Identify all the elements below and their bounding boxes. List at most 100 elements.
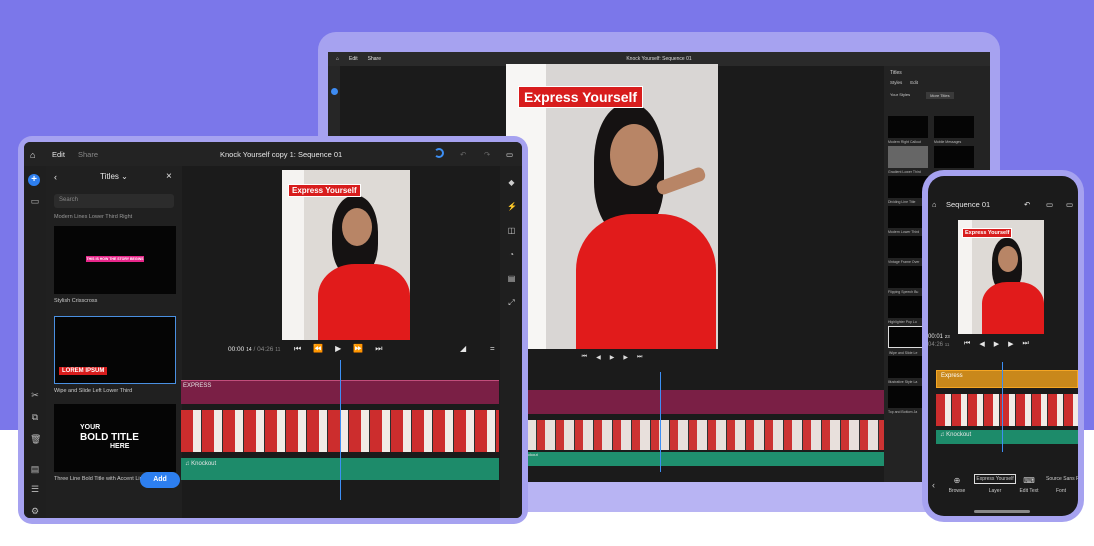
total-frames: 11 bbox=[275, 347, 281, 353]
total-frames: 11 bbox=[944, 342, 950, 347]
phone-video-preview[interactable]: Express Yourself bbox=[958, 220, 1044, 334]
play-icon[interactable]: ▶ bbox=[994, 340, 999, 348]
current-time: 00:01 bbox=[928, 334, 944, 340]
total-time: 04:26 bbox=[257, 346, 274, 353]
skip-forward-icon[interactable]: ⏭ bbox=[375, 344, 382, 354]
card-art-line: HERE bbox=[110, 443, 130, 450]
step-forward-icon[interactable]: ▶ bbox=[1008, 340, 1013, 348]
titles-panel-header[interactable]: Titles ⌄ bbox=[46, 172, 182, 181]
undo-icon[interactable]: ↶ bbox=[460, 150, 466, 159]
list-icon[interactable]: ☰ bbox=[30, 484, 40, 494]
step-back-icon[interactable]: ◀ bbox=[596, 354, 601, 364]
tablet-top-bar: ⌂ Edit Share Knock Yourself copy 1: Sequ… bbox=[24, 142, 522, 166]
step-forward-icon[interactable]: ▶ bbox=[623, 354, 628, 364]
tab-edit-panel[interactable]: Edit bbox=[910, 80, 918, 85]
thumbnail-label: Highlighter Pop Lo bbox=[888, 320, 917, 324]
crop-icon[interactable]: ◫ bbox=[507, 226, 516, 235]
step-back-icon[interactable]: ⏪ bbox=[313, 344, 323, 354]
gauge-icon[interactable]: ◔ bbox=[507, 250, 516, 259]
play-icon[interactable]: ▶ bbox=[610, 354, 615, 364]
tool-label: Font bbox=[1055, 488, 1066, 494]
title-card-stylish-crisscross[interactable]: THIS IS HOW THE STORY BEGINS bbox=[54, 226, 176, 294]
search-input[interactable]: Search bbox=[54, 194, 174, 208]
thumbnail-label: Modern Lower Third bbox=[888, 230, 920, 234]
current-time: 00:00 bbox=[228, 346, 245, 353]
play-icon[interactable]: ▶ bbox=[335, 344, 341, 354]
title-thumbnail[interactable]: Mobile Messages bbox=[934, 116, 974, 144]
title-thumbnail[interactable] bbox=[934, 146, 974, 168]
music-note-icon: ♫ bbox=[185, 461, 190, 467]
skip-back-icon[interactable]: ⏮ bbox=[964, 340, 970, 348]
audio-track[interactable]: Knockout bbox=[518, 452, 884, 466]
title-track[interactable]: Express bbox=[936, 370, 1078, 388]
filter-more-titles[interactable]: More Titles bbox=[926, 92, 954, 99]
title-track[interactable] bbox=[518, 390, 884, 414]
scissors-icon[interactable]: ✂ bbox=[30, 390, 40, 400]
title-caption[interactable]: Express Yourself bbox=[518, 86, 644, 108]
film-icon[interactable]: ▤ bbox=[507, 274, 516, 283]
add-button[interactable]: Add bbox=[140, 472, 180, 488]
chevron-left-icon[interactable]: ‹ bbox=[932, 480, 935, 490]
playhead[interactable] bbox=[660, 372, 661, 472]
video-track[interactable] bbox=[936, 394, 1078, 426]
speed-icon[interactable]: ⚡ bbox=[507, 202, 517, 211]
chat-icon[interactable]: ▭ bbox=[506, 150, 513, 159]
layout-icon[interactable]: ▤ bbox=[30, 464, 40, 474]
title-card-wipe-slide[interactable]: LOREM IPSUM bbox=[54, 316, 176, 384]
home-icon[interactable]: ⌂ bbox=[932, 200, 937, 209]
add-media-icon[interactable]: + bbox=[28, 174, 40, 186]
add-icon[interactable] bbox=[331, 88, 338, 95]
skip-back-icon[interactable]: ⏮ bbox=[294, 344, 301, 354]
skip-forward-icon[interactable]: ⏭ bbox=[1022, 340, 1028, 348]
redo-icon[interactable]: ↷ bbox=[484, 150, 490, 159]
tablet-playback-bar: 00:00 14 / 04:26 11 ⏮ ⏪ ▶ ⏩ ⏭ ◢ = bbox=[228, 344, 500, 356]
title-card-label: Wipe and Slide Left Lower Third bbox=[54, 388, 133, 394]
chat-icon[interactable]: ▭ bbox=[1066, 200, 1073, 209]
skip-back-icon[interactable]: ⏮ bbox=[582, 354, 587, 364]
playhead[interactable] bbox=[1002, 362, 1003, 452]
video-track[interactable] bbox=[518, 420, 884, 450]
keyboard-icon: ⌨ bbox=[1023, 476, 1035, 485]
laptop-sequence-title: Knock Yourself: Sequence 01 bbox=[626, 56, 692, 62]
close-icon[interactable]: × bbox=[166, 171, 172, 182]
color-icon[interactable]: ◆ bbox=[507, 178, 516, 187]
transform-icon[interactable]: ⤢ bbox=[507, 298, 516, 307]
card-art-text: LOREM IPSUM bbox=[59, 367, 108, 375]
undo-icon[interactable]: ↶ bbox=[1024, 200, 1030, 209]
total-time: 04:26 bbox=[928, 342, 944, 348]
audio-track-label: Knockout bbox=[946, 432, 972, 438]
thumbnail-label: Wipe and Slide Le bbox=[889, 351, 918, 355]
skip-forward-icon[interactable]: ⏭ bbox=[637, 354, 642, 364]
laptop-timeline[interactable]: Knockout bbox=[518, 372, 884, 482]
tab-styles[interactable]: Styles bbox=[890, 80, 902, 85]
title-caption[interactable]: Express Yourself bbox=[962, 228, 1013, 238]
tablet-video-preview[interactable]: Express Yourself bbox=[282, 170, 410, 340]
playhead[interactable] bbox=[340, 360, 341, 500]
fullscreen-icon[interactable]: ◢ bbox=[460, 344, 466, 353]
duplicate-icon[interactable]: ⧉ bbox=[30, 412, 40, 422]
menu-icon[interactable]: = bbox=[490, 344, 495, 353]
step-forward-icon[interactable]: ⏩ bbox=[353, 344, 363, 354]
tab-share[interactable]: Share bbox=[78, 150, 98, 159]
audio-track[interactable]: ♫ Knockout bbox=[936, 430, 1078, 444]
panel-title: Titles bbox=[100, 172, 119, 181]
filter-your-styles[interactable]: Your Styles bbox=[890, 92, 910, 99]
plus-circle-icon: ⊕ bbox=[953, 476, 961, 485]
title-thumbnail[interactable]: Gradient Lower Third bbox=[888, 146, 928, 174]
step-back-icon[interactable]: ◀ bbox=[979, 340, 984, 348]
layer-value[interactable]: Express Yourself bbox=[974, 474, 1016, 484]
trash-icon[interactable]: 🗑 bbox=[30, 434, 41, 444]
phone-screen: ⌂ Sequence 01 ↶ ▭ ▭ Express Yourself 00:… bbox=[928, 176, 1078, 516]
font-value: Source Sans Pr bbox=[1046, 476, 1078, 482]
title-card-bold-title[interactable]: YOUR BOLD TITLE HERE bbox=[54, 404, 176, 472]
laptop-video-preview[interactable]: Express Yourself bbox=[506, 64, 718, 349]
home-icon[interactable]: ⌂ bbox=[30, 150, 35, 160]
media-icon[interactable]: ▭ bbox=[30, 196, 40, 206]
title-track-label: EXPRESS bbox=[183, 383, 212, 389]
title-caption[interactable]: Express Yourself bbox=[288, 184, 361, 197]
settings-icon[interactable]: ⚙ bbox=[30, 506, 40, 516]
panel-title: Titles bbox=[890, 70, 902, 76]
title-thumbnail[interactable]: Modern Right Callout bbox=[888, 116, 928, 144]
export-icon[interactable]: ▭ bbox=[1046, 200, 1053, 209]
tab-edit[interactable]: Edit bbox=[52, 150, 65, 159]
